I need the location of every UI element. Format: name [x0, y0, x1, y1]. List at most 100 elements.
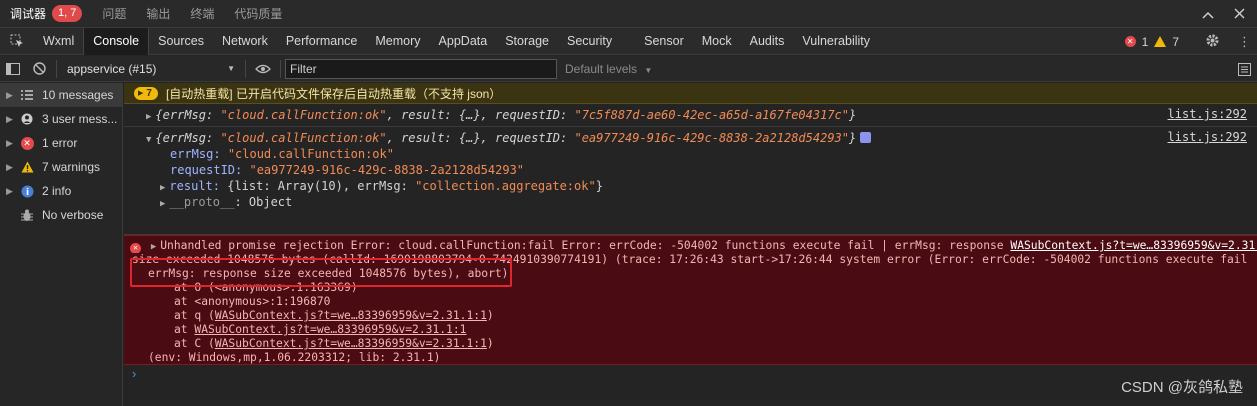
- info-icon: i: [18, 185, 36, 198]
- tab-code-quality[interactable]: 代码质量: [224, 0, 292, 28]
- sidebar-item-messages[interactable]: ▶ 10 messages: [0, 83, 122, 107]
- stack-line: at WASubContext.js?t=we…83396959&v=2.31.…: [130, 323, 1257, 337]
- inspect-element-icon[interactable]: [0, 28, 34, 55]
- prop-key: __proto__: [169, 195, 235, 209]
- clear-console-icon[interactable]: [26, 56, 52, 82]
- log-levels-dropdown[interactable]: Default levels ▼: [565, 62, 652, 76]
- error-line-3: errMsg: response size exceeded 1048576 b…: [148, 267, 509, 280]
- warning-count: 7: [1172, 34, 1179, 49]
- tab-vulnerability[interactable]: Vulnerability: [793, 28, 879, 55]
- log-entry-error[interactable]: ✕ ▶ Unhandled promise rejection Error: cl…: [124, 235, 1257, 365]
- expand-caret-icon[interactable]: ▶: [6, 186, 18, 197]
- list-icon: [18, 90, 36, 100]
- console-prompt[interactable]: ›: [124, 365, 1257, 383]
- source-link[interactable]: list.js:292: [1168, 107, 1247, 121]
- stack-source-link[interactable]: WASubContext.js?t=we…83396959&v=2.31.1:1: [215, 337, 487, 350]
- sidebar-item-errors[interactable]: ▶ ✕ 1 error: [0, 131, 122, 155]
- tab-mock[interactable]: Mock: [693, 28, 741, 55]
- expand-caret-icon[interactable]: ▶: [160, 183, 165, 193]
- context-label: appservice (#15): [67, 61, 157, 76]
- error-icon: ✕: [18, 136, 36, 150]
- issue-counter[interactable]: ✕ 1 7 ⋮: [1124, 28, 1257, 55]
- top-panel-bar: 调试器 1, 7 问题 输出 终端 代码质量: [0, 0, 1257, 28]
- sidebar-item-label: No verbose: [42, 208, 104, 222]
- log-entry-object-expanded[interactable]: ▼ {errMsg: "cloud.callFunction:ok", resul…: [124, 127, 1257, 235]
- warning-icon: [1154, 36, 1167, 47]
- sidebar-item-label: 1 error: [42, 136, 78, 150]
- tab-output[interactable]: 输出: [136, 0, 180, 28]
- svg-text:i: i: [25, 188, 28, 198]
- prop-key: errMsg:: [170, 147, 221, 161]
- tab-wxml[interactable]: Wxml: [34, 28, 83, 55]
- expand-caret-icon[interactable]: ▶: [6, 90, 18, 101]
- stack-prefix: at C (: [174, 337, 215, 350]
- user-icon: [18, 113, 36, 125]
- tab-problems[interactable]: 问题: [92, 0, 136, 28]
- obj-open: {errMsg:: [155, 108, 221, 122]
- sidebar-item-label: 10 messages: [42, 88, 114, 102]
- obj-open: {errMsg:: [155, 131, 221, 145]
- tab-debugger[interactable]: 调试器 1, 7: [0, 0, 92, 28]
- console-log: ▶ 7 [自动热重载] 已开启代码文件保存后自动热重载（不支持 json） ▶ {…: [124, 83, 1257, 406]
- tab-security[interactable]: Security: [558, 28, 621, 55]
- close-panel-icon[interactable]: [1234, 6, 1245, 22]
- more-options-icon[interactable]: ⋮: [1238, 35, 1251, 48]
- watermark: CSDN @灰鸽私塾: [1121, 379, 1243, 396]
- sidebar-item-label: 7 warnings: [42, 160, 101, 174]
- tab-memory[interactable]: Memory: [366, 28, 429, 55]
- tab-network[interactable]: Network: [213, 28, 277, 55]
- expand-caret-icon[interactable]: ▶: [151, 242, 156, 252]
- tab-appdata[interactable]: AppData: [430, 28, 497, 55]
- obj-close: }: [849, 108, 857, 122]
- expand-caret-icon[interactable]: ▶: [146, 112, 151, 122]
- collapse-caret-icon[interactable]: ▼: [146, 135, 151, 145]
- error-env-line: (env: Windows,mp,1.06.2203312; lib: 2.31…: [148, 351, 441, 364]
- toggle-sidebar-icon[interactable]: [0, 56, 26, 82]
- prop-value-string: "collection.aggregate:ok": [415, 179, 596, 193]
- prop-value: "ea977249-916c-429c-8838-2a2128d54293": [249, 163, 525, 177]
- prop-key: result:: [169, 179, 220, 193]
- sidebar-item-verbose[interactable]: No verbose: [0, 203, 122, 227]
- obj-requestid: "ea977249-916c-429c-8838-2a2128d54293": [574, 131, 850, 145]
- tab-sensor[interactable]: Sensor: [635, 28, 693, 55]
- log-levels-label: Default levels: [565, 61, 638, 76]
- stack-source-link[interactable]: WASubContext.js?t=we…83396959&v=2.31.1:1: [215, 309, 487, 322]
- context-selector[interactable]: appservice (#15) ▼: [61, 58, 241, 80]
- stack-source-link[interactable]: WASubContext.js?t=we…83396959&v=2.31.1:1: [194, 323, 466, 336]
- stack-line: at O (<anonymous>:1:163369): [174, 281, 358, 294]
- sidebar-item-user-messages[interactable]: ▶ 3 user mess...: [0, 107, 122, 131]
- filter-input[interactable]: [285, 58, 557, 79]
- error-line-2: size exceeded 1048576 bytes (callId: 169…: [132, 253, 1257, 266]
- tab-sources[interactable]: Sources: [149, 28, 213, 55]
- error-icon: ✕: [130, 239, 141, 253]
- expand-caret-icon[interactable]: ▶: [6, 114, 18, 125]
- info-chip-icon[interactable]: [860, 132, 872, 143]
- tab-performance[interactable]: Performance: [277, 28, 367, 55]
- collapse-panel-icon[interactable]: [1202, 6, 1214, 22]
- console-toolbar: appservice (#15) ▼ Default levels ▼: [0, 56, 1257, 82]
- sidebar-item-label: 2 info: [42, 184, 72, 198]
- toolbar-divider: [280, 59, 281, 78]
- tab-audits[interactable]: Audits: [741, 28, 794, 55]
- obj-close: }: [849, 131, 857, 145]
- tab-storage[interactable]: Storage: [496, 28, 558, 55]
- sidebar-item-warnings[interactable]: ▶ 7 warnings: [0, 155, 122, 179]
- sidebar-item-info[interactable]: ▶ i 2 info: [0, 179, 122, 203]
- tab-console[interactable]: Console: [83, 27, 150, 55]
- expand-caret-icon[interactable]: ▶: [160, 199, 165, 209]
- stack-prefix: at q (: [174, 309, 215, 322]
- console-settings-icon[interactable]: [1231, 56, 1257, 82]
- live-expression-eye-icon[interactable]: [250, 56, 276, 82]
- log-entry-object[interactable]: ▶ {errMsg: "cloud.callFunction:ok", resul…: [124, 104, 1257, 127]
- tab-terminal[interactable]: 终端: [180, 0, 224, 28]
- expand-caret-icon[interactable]: ▶: [6, 138, 18, 149]
- stack-line: at <anonymous>:1:196870: [174, 295, 331, 308]
- expand-caret-icon[interactable]: ▶: [6, 162, 18, 173]
- toolbar-divider: [245, 59, 246, 78]
- chevron-right-icon: ▶: [138, 90, 144, 97]
- error-icon: ✕: [1124, 36, 1136, 47]
- source-link[interactable]: list.js:292: [1168, 130, 1247, 144]
- stack-line: at q (WASubContext.js?t=we…83396959&v=2.…: [130, 309, 1257, 323]
- settings-gear-icon[interactable]: [1205, 33, 1220, 51]
- error-source-link[interactable]: WASubContext.js?t=we…83396959&v=2.31.1:1: [1010, 239, 1257, 252]
